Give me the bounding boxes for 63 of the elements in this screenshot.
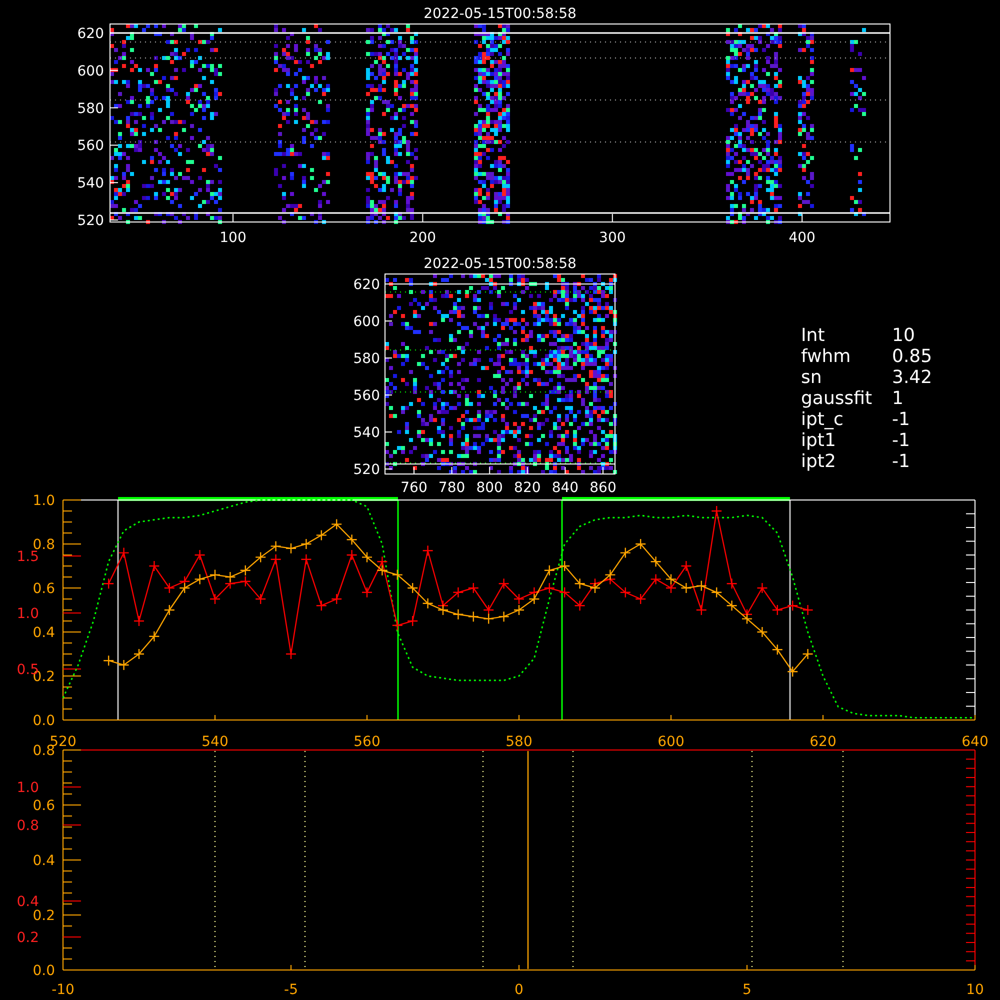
axis-tick-label: 0 [514,982,524,998]
axis-tick-label: 760 [400,480,428,496]
fit-parameter-value: 10 [892,325,915,346]
axis-tick-label: 560 [77,138,104,154]
axis-tick-label: 5 [742,982,752,998]
fit-parameter-value: 0.85 [892,346,932,367]
axis-tick-label: 0.4 [32,853,55,869]
axis-tick-label: 540 [77,176,104,192]
axis-tick-label: 200 [409,230,436,246]
fit-parameter-label: ipt_c [801,409,844,430]
axis-tick-label: 600 [658,734,684,750]
axis-tick-label: 400 [788,230,816,246]
axis-tick-label: 1.0 [16,780,39,796]
axis-tick-label: 620 [810,734,836,750]
axis-tick-label: 300 [599,230,626,246]
fit-parameter-label: Int [801,325,825,346]
image-title: 2022-05-15T00:58:58 [424,6,576,22]
axis-tick-label: 540 [202,734,228,750]
axis-tick-label: 1.5 [16,549,39,565]
axis-tick-label: 0.8 [16,818,39,834]
fit-parameter-value: 3.42 [892,367,932,388]
fit-parameter-value: -1 [892,451,910,472]
axis-tick-label: 0.6 [32,798,55,814]
fit-parameter-value: 1 [892,388,904,409]
axis-tick-label: 520 [353,462,380,478]
axis-tick-label: 800 [476,480,503,496]
axis-tick-label: 520 [77,213,104,229]
fit-parameter-label: ipt2 [801,451,836,472]
axis-tick-label: 860 [590,480,616,496]
axis-tick-label: 600 [77,63,104,80]
axis-tick-label: 0.6 [32,581,55,597]
axis-tick-label: 0.4 [32,625,55,641]
axis-tick-label: 840 [552,480,579,496]
fit-parameter-label: fwhm [801,346,851,367]
axis-tick-label: 580 [353,351,380,367]
fit-parameter-label: gaussfit [801,388,872,409]
axis-tick-label: 560 [354,734,380,750]
fit-parameter-label: sn [801,367,822,388]
axis-tick-label: 0.0 [32,963,55,979]
fit-parameter-value: -1 [892,409,910,430]
axis-tick-label: 580 [77,100,104,117]
axis-tick-label: 560 [353,388,380,404]
axis-tick-label: 1.0 [32,493,55,509]
axis-tick-label: 0.4 [16,894,39,910]
axis-tick-label: 0.2 [16,930,39,946]
axis-tick-label: 0.0 [32,713,55,729]
fit-parameter-label: ipt1 [801,430,836,451]
axis-tick-label: 620 [353,277,380,293]
axis-tick-label: 580 [506,734,532,750]
axis-tick-label: 10 [966,982,984,998]
fit-parameter-value: -1 [892,430,910,451]
axis-tick-label: -5 [284,982,298,998]
axis-tick-label: 640 [962,734,988,750]
axis-tick-label: 780 [438,480,466,496]
axis-tick-label: 820 [514,480,541,496]
axis-tick-label: 540 [353,425,380,441]
axis-tick-label: -10 [52,982,74,998]
axis-tick-label: 600 [353,314,380,330]
image-title: 2022-05-15T00:58:58 [424,256,576,272]
axis-tick-label: 0.2 [32,908,55,924]
axis-tick-label: 1.0 [16,606,39,622]
axis-tick-label: 620 [77,26,104,42]
axis-tick-label: 100 [220,230,246,246]
